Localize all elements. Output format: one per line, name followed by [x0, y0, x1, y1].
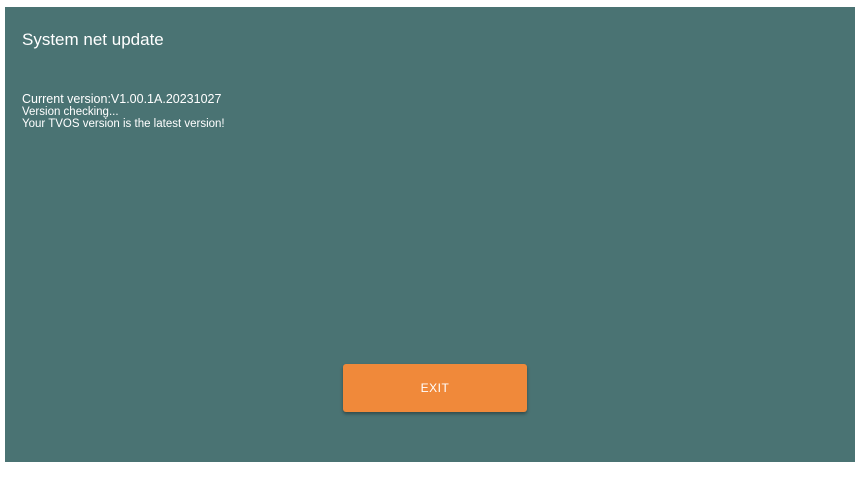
- version-checking-text: Version checking...: [22, 106, 119, 118]
- current-version-text: Current version:V1.00.1A.20231027: [22, 92, 222, 106]
- exit-button[interactable]: EXIT: [343, 364, 527, 412]
- latest-version-message: Your TVOS version is the latest version!: [22, 118, 225, 130]
- status-log: Current version:V1.00.1A.20231027 Versio…: [22, 92, 225, 131]
- update-screen: System net update Current version:V1.00.…: [5, 7, 855, 462]
- page-title: System net update: [22, 30, 164, 49]
